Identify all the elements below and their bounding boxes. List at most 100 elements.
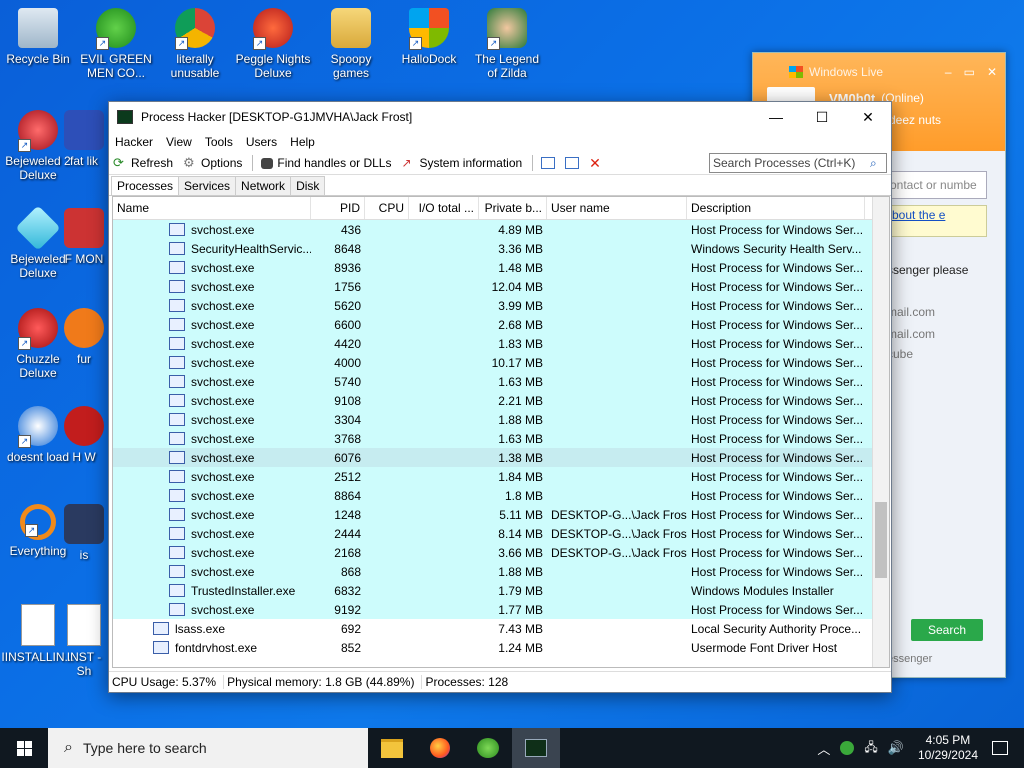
process-pid: 3304 (334, 412, 361, 427)
clock[interactable]: 4:05 PM 10/29/2024 (918, 733, 978, 763)
table-row[interactable]: svchost.exe 8864 1.8 MB Host Process for Wi… (113, 486, 889, 505)
tab-network[interactable]: Network (235, 176, 292, 195)
refresh-button[interactable]: ⟳ Refresh (113, 156, 173, 171)
desktop-icon-f-mon[interactable]: F MON (62, 208, 106, 266)
taskbar-messenger[interactable] (464, 728, 512, 768)
table-row[interactable]: svchost.exe 9192 1.77 MB Host Process for W… (113, 600, 889, 619)
window-icon[interactable] (541, 157, 556, 169)
table-row[interactable]: svchost.exe 4000 10.17 MB Host Process for … (113, 353, 889, 372)
tab-disk[interactable]: Disk (290, 176, 326, 195)
table-row[interactable]: svchost.exe 1248 5.11 MB DESKTOP-G...\Jack … (113, 505, 889, 524)
menu-tools[interactable]: Tools (205, 135, 240, 149)
messenger-link[interactable]: bout the e (887, 205, 987, 237)
column-cpu[interactable]: CPU (365, 197, 409, 219)
messenger-search-button[interactable]: Search (911, 619, 983, 641)
start-button[interactable] (0, 728, 48, 768)
scrollbar-thumb[interactable] (875, 502, 887, 578)
table-row[interactable]: svchost.exe 2512 1.84 MB Host Process for W… (113, 467, 889, 486)
column-io-total[interactable]: I/O total ... (409, 197, 479, 219)
desktop-icon-hallodock[interactable]: ↗ HalloDock (391, 8, 467, 66)
column-user-name[interactable]: User name (547, 197, 687, 219)
table-row[interactable]: svchost.exe 868 1.88 MB Host Process for Wi… (113, 562, 889, 581)
process-name: svchost.exe (113, 336, 311, 351)
close-icon[interactable]: ✕ (987, 65, 997, 79)
magnifier-icon: ↗ (20, 504, 56, 540)
column-name[interactable]: Name (113, 197, 311, 219)
menu-users[interactable]: Users (246, 135, 284, 149)
notification-icon[interactable] (992, 741, 1008, 755)
process-description: Host Process for Windows Ser... (691, 526, 864, 541)
desktop-icon-spoopy-games[interactable]: Spoopy games (313, 8, 389, 80)
table-row[interactable]: svchost.exe 6600 2.68 MB Host Process for W… (113, 315, 889, 334)
minimize-icon[interactable]: – (945, 65, 952, 79)
table-row[interactable]: svchost.exe 2168 3.66 MB DESKTOP-G...\Jack … (113, 543, 889, 562)
table-row[interactable]: svchost.exe 3768 1.63 MB Host Process for W… (113, 429, 889, 448)
process-hacker-window[interactable]: Process Hacker [DESKTOP-G1JMVHA\Jack Fro… (108, 101, 892, 693)
tab-processes[interactable]: Processes (111, 176, 180, 195)
system-information-button[interactable]: ↗ System information (401, 156, 522, 170)
table-row[interactable]: svchost.exe 6076 1.38 MB Host Process for W… (113, 448, 889, 467)
messenger-tray-icon[interactable] (840, 741, 855, 755)
process-name-text: svchost.exe (191, 545, 255, 560)
table-row[interactable]: svchost.exe 1756 12.04 MB Host Process for … (113, 277, 889, 296)
find-handles-button[interactable]: Find handles or DLLs (261, 156, 391, 170)
table-row[interactable]: SecurityHealthServic... 8648 3.36 MB Window… (113, 239, 889, 258)
table-row[interactable]: svchost.exe 436 4.89 MB Host Process for Wi… (113, 220, 889, 239)
process-icon (169, 279, 185, 293)
taskbar-firefox[interactable] (416, 728, 464, 768)
desktop-icon-hw[interactable]: H W (62, 406, 106, 464)
taskbar-process-hacker[interactable] (512, 728, 560, 768)
table-row[interactable]: svchost.exe 5620 3.99 MB Host Process for W… (113, 296, 889, 315)
table-row[interactable]: lsass.exe 692 7.43 MB Local Security Author… (113, 619, 889, 638)
app-icon (64, 308, 104, 348)
desktop-icon-zilda[interactable]: ↗ The Legend of Zilda (469, 8, 545, 80)
restore-icon[interactable]: ▭ (964, 65, 975, 79)
minimize-button[interactable]: — (753, 102, 799, 132)
desktop-icon-peggle[interactable]: ↗ Peggle Nights Deluxe (235, 8, 311, 80)
table-row[interactable]: svchost.exe 9108 2.21 MB Host Process for W… (113, 391, 889, 410)
menu-hacker[interactable]: Hacker (115, 135, 160, 149)
options-button[interactable]: ⚙ Options (183, 156, 242, 171)
desktop-icon-recycle-bin[interactable]: Recycle Bin (0, 8, 76, 66)
table-row[interactable]: fontdrvhost.exe 852 1.24 MB Usermode Font D… (113, 638, 889, 657)
process-search-input[interactable]: Search Processes (Ctrl+K) ⌕ (709, 153, 887, 173)
taskbar-search-box[interactable]: ⌕ Type here to search (48, 728, 368, 768)
volume-icon[interactable]: 🔊 (888, 740, 904, 756)
table-row[interactable]: svchost.exe 8936 1.48 MB Host Process for W… (113, 258, 889, 277)
thunderbird-icon: ↗ (18, 406, 58, 448)
chevron-up-icon[interactable]: ︿ (817, 739, 830, 758)
table-row[interactable]: svchost.exe 2444 8.14 MB DESKTOP-G...\Jack … (113, 524, 889, 543)
process-icon (169, 412, 185, 426)
column-private-bytes[interactable]: Private b... (479, 197, 547, 219)
menu-view[interactable]: View (166, 135, 199, 149)
table-row[interactable]: TrustedInstaller.exe 6832 1.79 MB Windows M… (113, 581, 889, 600)
column-description[interactable]: Description (687, 197, 865, 219)
vertical-scrollbar[interactable] (872, 197, 889, 667)
desktop-icon-chrome[interactable]: ↗ literally unusable (157, 8, 233, 80)
table-row[interactable]: svchost.exe 5740 1.63 MB Host Process for W… (113, 372, 889, 391)
table-row[interactable]: svchost.exe 3304 1.88 MB Host Process for W… (113, 410, 889, 429)
desktop-icon-fur[interactable]: fur (62, 308, 106, 366)
maximize-button[interactable]: ☐ (799, 102, 845, 132)
process-description: Host Process for Windows Ser... (691, 431, 864, 446)
windows-icon (16, 740, 32, 756)
process-user: DESKTOP-G...\Jack Frost (551, 545, 687, 560)
title-bar[interactable]: Process Hacker [DESKTOP-G1JMVHA\Jack Fro… (109, 102, 891, 132)
window-go-icon[interactable] (565, 157, 580, 169)
search-icon[interactable]: ⌕ (867, 156, 886, 171)
network-icon[interactable]: 🖧 (864, 738, 877, 759)
contact-search-input[interactable]: ontact or numbe (889, 171, 987, 199)
process-pid: 9192 (334, 602, 361, 617)
desktop-icon-evil-green-men[interactable]: ↗ EVIL GREEN MEN CO... (78, 8, 154, 80)
desktop-icon-inst-sh[interactable]: INST - Sh (62, 604, 106, 678)
taskbar-file-explorer[interactable] (368, 728, 416, 768)
menu-help[interactable]: Help (290, 135, 322, 149)
terminate-icon[interactable]: ✕ (589, 156, 603, 170)
taskbar: ⌕ Type here to search ︿ 🖧 🔊 4:05 PM 10/2… (0, 728, 1024, 768)
close-button[interactable]: ✕ (845, 102, 891, 132)
table-row[interactable]: svchost.exe 4420 1.83 MB Host Process for W… (113, 334, 889, 353)
desktop-icon-fat-lik[interactable]: fat lik (62, 110, 106, 168)
desktop-icon-is[interactable]: is (62, 504, 106, 562)
column-pid[interactable]: PID (311, 197, 365, 219)
tab-services[interactable]: Services (178, 176, 237, 195)
